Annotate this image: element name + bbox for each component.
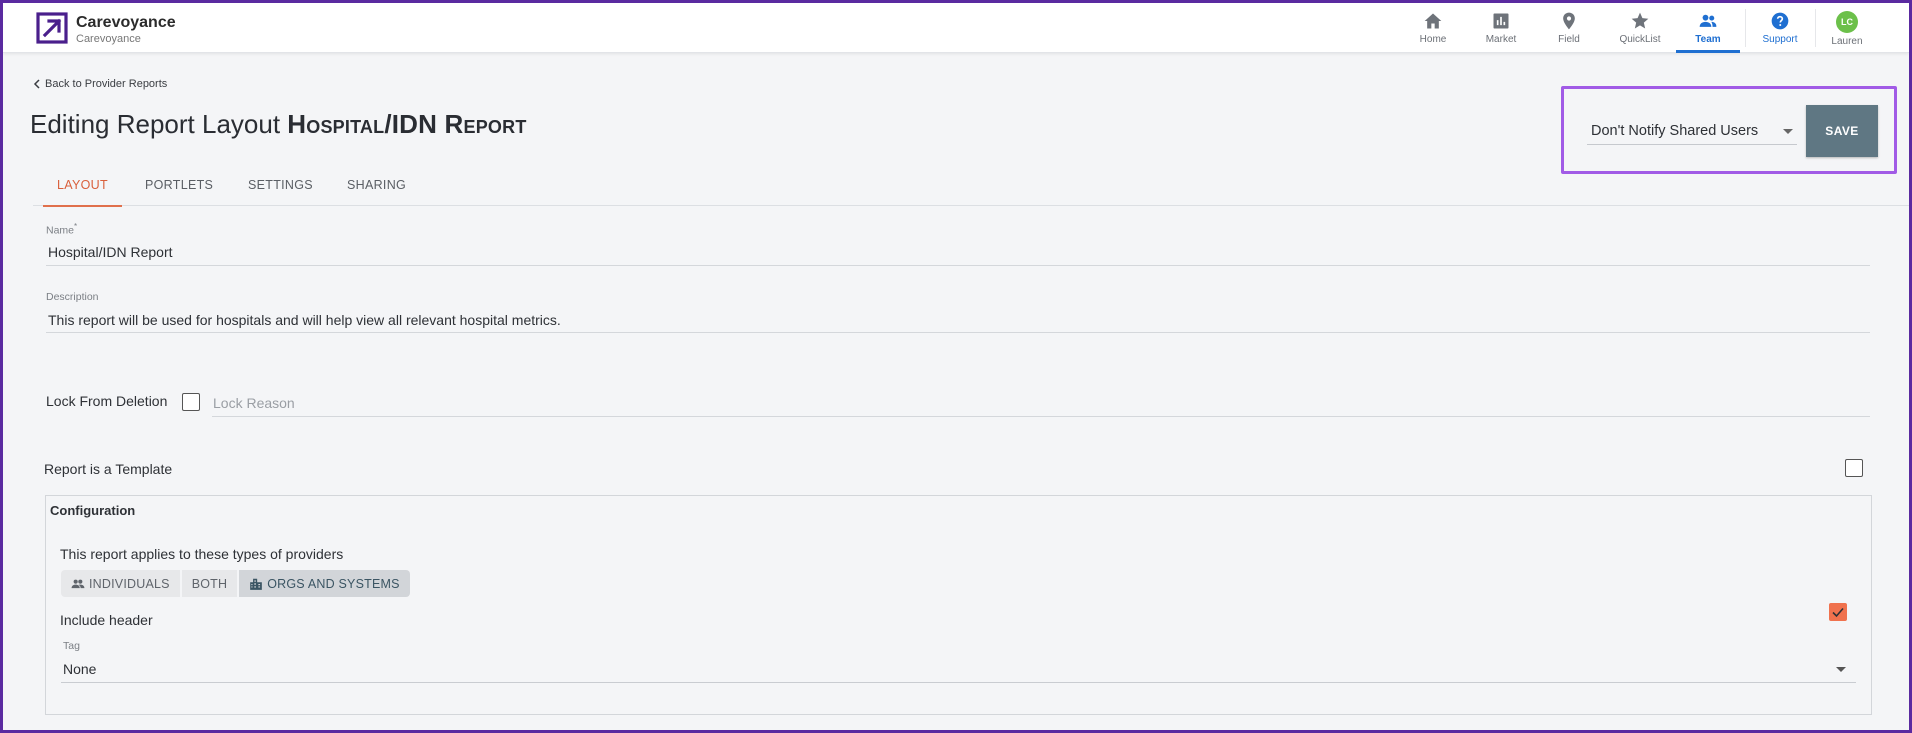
app-frame: Carevoyance Carevoyance Home Market Fiel… <box>3 3 1909 730</box>
nav-label: Team <box>1695 34 1721 45</box>
provider-type-label: BOTH <box>191 576 228 591</box>
people-icon <box>71 579 85 588</box>
description-field-value[interactable]: This report will be used for hospitals a… <box>48 312 561 328</box>
checkmark-icon <box>1832 607 1844 618</box>
include-header-label: Include header <box>60 612 153 628</box>
provider-type-orgs-and-systems-button[interactable]: ORGS AND SYSTEMS <box>239 570 410 597</box>
tab-layout[interactable]: LAYOUT <box>43 170 122 207</box>
description-field-underline <box>46 332 1870 333</box>
lock-from-deletion-label: Lock From Deletion <box>46 393 168 409</box>
brand-subtitle: Carevoyance <box>76 33 141 45</box>
tag-select-underline <box>61 682 1856 683</box>
page-title: Editing Report Layout Hospital/IDN Repor… <box>30 109 527 140</box>
nav-divider <box>1745 9 1746 47</box>
provider-type-label: INDIVIDUALS <box>89 576 170 591</box>
tag-field-label: Tag <box>63 640 80 652</box>
configuration-title: Configuration <box>50 503 136 518</box>
nav-label: QuickList <box>1619 34 1661 45</box>
nav-label: Home <box>1419 34 1447 45</box>
provider-type-individuals-button[interactable]: INDIVIDUALS <box>61 570 180 597</box>
dropdown-caret-icon <box>1783 129 1793 134</box>
provider-type-toggle-group: INDIVIDUALS BOTH ORGS AND SYSTEMS <box>61 570 410 597</box>
carevoyance-logo-icon[interactable] <box>36 12 68 44</box>
name-field-underline <box>46 265 1870 266</box>
avatar: LC <box>1836 11 1858 33</box>
include-header-checkbox[interactable] <box>1829 603 1847 621</box>
nav-team[interactable]: Team <box>1676 3 1740 53</box>
home-icon <box>1424 13 1442 29</box>
page-title-report-name: Hospital/IDN Report <box>287 109 527 139</box>
provider-types-label: This report applies to these types of pr… <box>60 546 344 562</box>
back-link-label: Back to Provider Reports <box>45 78 168 90</box>
nav-label: Support <box>1762 34 1798 45</box>
notify-select-value: Don't Notify Shared Users <box>1591 122 1759 139</box>
page-title-prefix: Editing Report Layout <box>30 109 281 139</box>
tab-sharing[interactable]: SHARING <box>347 170 406 206</box>
tag-dropdown-caret-icon[interactable] <box>1836 667 1846 672</box>
team-icon <box>1699 14 1717 27</box>
nav-home[interactable]: Home <box>1401 3 1465 53</box>
chart-icon <box>1493 13 1509 29</box>
nav-market[interactable]: Market <box>1469 3 1533 53</box>
report-template-label: Report is a Template <box>44 461 173 477</box>
provider-type-both-button[interactable]: BOTH <box>181 570 238 597</box>
map-pin-icon <box>1563 12 1575 30</box>
name-label-text: Name <box>46 224 75 237</box>
lock-reason-input[interactable]: Lock Reason <box>213 395 295 411</box>
name-field-value[interactable]: Hospital/IDN Report <box>48 244 173 260</box>
nav-support[interactable]: Support <box>1748 3 1812 53</box>
nav-quicklist[interactable]: QuickList <box>1608 3 1672 53</box>
lock-reason-underline <box>212 416 1870 417</box>
report-template-checkbox[interactable] <box>1845 459 1863 477</box>
tag-select-value[interactable]: None <box>63 661 96 677</box>
building-icon <box>250 578 263 590</box>
lock-from-deletion-checkbox[interactable] <box>182 393 200 411</box>
tab-portlets[interactable]: PORTLETS <box>145 170 213 206</box>
nav-label: Field <box>1558 34 1580 45</box>
nav-label: Lauren <box>1831 36 1863 47</box>
top-navigation-bar: Carevoyance Carevoyance Home Market Fiel… <box>3 3 1909 53</box>
nav-label: Market <box>1485 34 1517 45</box>
tab-settings[interactable]: SETTINGS <box>248 170 313 206</box>
chevron-left-icon <box>33 79 40 89</box>
brand-name: Carevoyance <box>76 14 176 31</box>
help-icon <box>1771 12 1789 30</box>
name-field-label: Name* <box>46 222 77 237</box>
notify-shared-users-select[interactable]: Don't Notify Shared Users <box>1587 117 1797 145</box>
tab-bar: LAYOUT PORTLETS SETTINGS SHARING <box>33 170 1909 207</box>
star-icon <box>1631 12 1649 29</box>
nav-field[interactable]: Field <box>1537 3 1601 53</box>
save-button[interactable]: SAVE <box>1806 105 1878 157</box>
description-field-label: Description <box>46 291 99 303</box>
back-to-provider-reports-link[interactable]: Back to Provider Reports <box>33 78 167 90</box>
nav-user-menu[interactable]: LC Lauren <box>1815 3 1879 53</box>
provider-type-label: ORGS AND SYSTEMS <box>267 576 400 591</box>
required-marker: * <box>74 222 78 231</box>
